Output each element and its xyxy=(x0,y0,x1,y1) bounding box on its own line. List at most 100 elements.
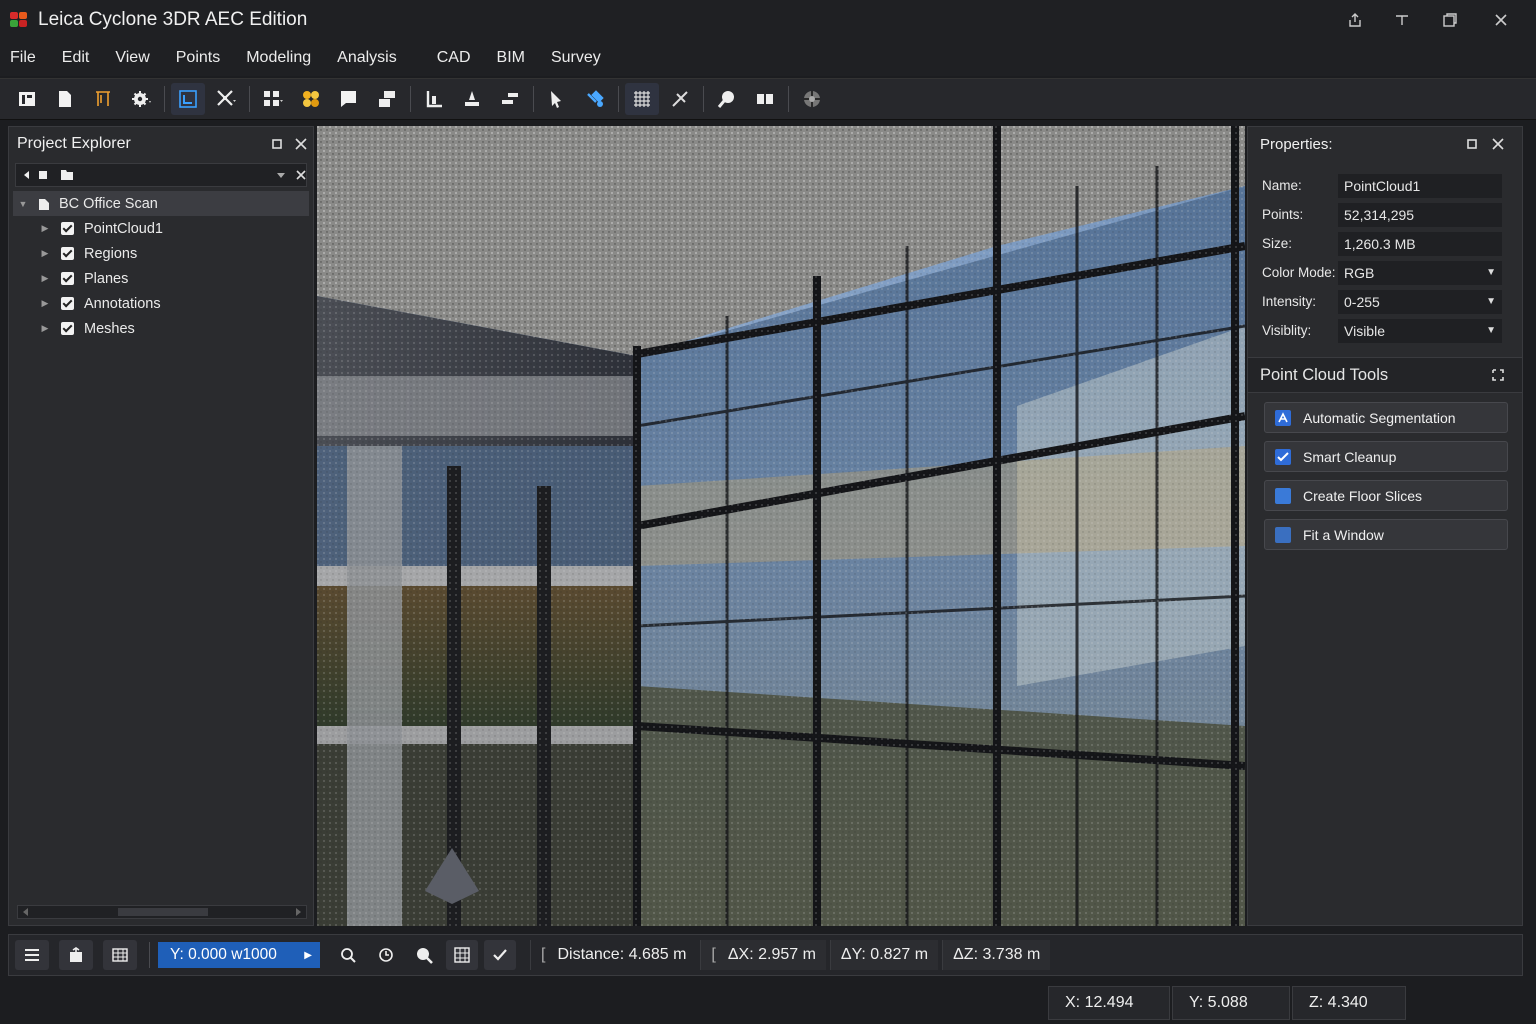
tree-item-label: Planes xyxy=(84,270,129,287)
menu-points[interactable]: Points xyxy=(176,49,220,67)
tree-item-regions[interactable]: ▶ Regions xyxy=(9,241,313,266)
share-icon[interactable] xyxy=(1341,8,1369,32)
menu-view[interactable]: View xyxy=(115,49,149,67)
segmentation-icon xyxy=(1275,409,1291,426)
list-view-icon[interactable] xyxy=(15,940,49,970)
dropdown-arrow-icon[interactable] xyxy=(276,171,286,179)
scroll-thumb[interactable] xyxy=(118,908,208,916)
expand-caret-icon[interactable]: ▶ xyxy=(39,323,51,334)
fit-a-window-button[interactable]: Fit a Window xyxy=(1264,519,1508,550)
float-panel-icon[interactable] xyxy=(1462,134,1482,154)
align-icon[interactable] xyxy=(493,83,527,115)
prop-row-name: Name: PointCloud1 xyxy=(1248,171,1522,200)
puzzle-icon[interactable] xyxy=(294,83,328,115)
dropdown-arrow-icon: ▼ xyxy=(1486,325,1496,336)
visibility-checkbox[interactable] xyxy=(61,322,74,335)
close-panel-icon[interactable] xyxy=(291,134,311,154)
point-cloud-viewport[interactable] xyxy=(317,126,1245,926)
app-logo-icon xyxy=(10,12,30,28)
pin-icon[interactable] xyxy=(455,83,489,115)
restore-icon[interactable] xyxy=(1436,8,1464,32)
expand-caret-icon[interactable]: ▶ xyxy=(39,248,51,259)
split-icon[interactable] xyxy=(748,83,782,115)
stop-icon[interactable] xyxy=(38,170,48,180)
layout-icon[interactable] xyxy=(10,83,44,115)
distance-value: Distance: 4.685 m xyxy=(557,946,687,963)
scroll-right-icon[interactable] xyxy=(294,908,302,916)
project-icon xyxy=(39,198,49,210)
grid-icon[interactable] xyxy=(625,83,659,115)
prop-row-size: Size: 1,260.3 MB xyxy=(1248,229,1522,258)
prop-row-visibility: Visiblity: Visible ▼ xyxy=(1248,316,1522,345)
create-floor-slices-button[interactable]: Create Floor Slices xyxy=(1264,480,1508,511)
visibility-checkbox[interactable] xyxy=(61,297,74,310)
transform-icon[interactable] xyxy=(209,83,243,115)
confirm-check-icon[interactable] xyxy=(484,940,516,970)
y-coordinate-field[interactable]: Y: 0.000 w1000 ▶ xyxy=(158,942,320,968)
tree-item-meshes[interactable]: ▶ Meshes xyxy=(9,316,313,341)
tree-item-annotations[interactable]: ▶ Annotations xyxy=(9,291,313,316)
close-panel-icon[interactable] xyxy=(1488,134,1508,154)
expand-caret-icon[interactable]: ▶ xyxy=(39,223,51,234)
render-icon[interactable] xyxy=(795,83,829,115)
tool-button-label: Automatic Segmentation xyxy=(1303,409,1456,426)
menu-survey[interactable]: Survey xyxy=(551,49,601,67)
book-icon[interactable] xyxy=(86,83,120,115)
visibility-checkbox[interactable] xyxy=(61,272,74,285)
scroll-left-icon[interactable] xyxy=(22,908,30,916)
tree-item-pointcloud1[interactable]: ▶ PointCloud1 xyxy=(9,216,313,241)
menu-bim[interactable]: BIM xyxy=(497,49,525,67)
close-icon[interactable] xyxy=(1487,8,1515,32)
automatic-segmentation-button[interactable]: Automatic Segmentation xyxy=(1264,402,1508,433)
menu-file[interactable]: File xyxy=(10,49,36,67)
expand-caret-icon[interactable]: ▶ xyxy=(39,273,51,284)
clear-icon[interactable] xyxy=(296,170,306,180)
gear-icon[interactable] xyxy=(124,83,158,115)
magnify-icon[interactable] xyxy=(408,940,440,970)
menu-cad[interactable]: CAD xyxy=(437,49,471,67)
layers-icon[interactable] xyxy=(370,83,404,115)
search-icon[interactable] xyxy=(332,940,364,970)
color-mode-select[interactable]: RGB ▼ xyxy=(1338,260,1502,285)
collapse-caret-icon[interactable]: ▼ xyxy=(17,199,29,209)
expand-caret-icon[interactable]: ▶ xyxy=(39,298,51,309)
prop-row-color-mode: Color Mode: RGB ▼ xyxy=(1248,258,1522,287)
visibility-checkbox[interactable] xyxy=(61,247,74,260)
select-icon[interactable] xyxy=(332,83,366,115)
package-icon[interactable] xyxy=(59,940,93,970)
section-icon[interactable] xyxy=(417,83,451,115)
menu-modeling[interactable]: Modeling xyxy=(246,49,311,67)
menu-edit[interactable]: Edit xyxy=(62,49,90,67)
segment-icon[interactable] xyxy=(578,83,612,115)
smart-cleanup-button[interactable]: Smart Cleanup xyxy=(1264,441,1508,472)
horizontal-scrollbar[interactable] xyxy=(17,905,307,919)
menu-analysis[interactable]: Analysis xyxy=(337,49,397,67)
zoom-extents-icon[interactable] xyxy=(370,940,402,970)
folder-icon[interactable] xyxy=(60,169,74,181)
pin-panel-icon[interactable] xyxy=(1492,369,1504,381)
prop-points-field: 52,314,295 xyxy=(1338,202,1502,227)
view-icon[interactable] xyxy=(171,83,205,115)
visibility-checkbox[interactable] xyxy=(61,222,74,235)
measure-icon[interactable] xyxy=(663,83,697,115)
status-separator xyxy=(149,942,150,968)
tree-root[interactable]: ▼ BC Office Scan xyxy=(13,191,309,216)
y-coordinate-value: Y: 5.088 xyxy=(1189,994,1248,1011)
checkmark-icon xyxy=(1275,448,1291,465)
table-icon[interactable] xyxy=(103,940,137,970)
float-panel-icon[interactable] xyxy=(267,134,287,154)
tool-button-label: Smart Cleanup xyxy=(1303,448,1397,465)
back-arrow-icon[interactable] xyxy=(22,170,32,180)
calculator-icon[interactable] xyxy=(446,940,478,970)
prop-name-field[interactable]: PointCloud1 xyxy=(1338,173,1502,198)
zoom-icon[interactable] xyxy=(710,83,744,115)
main-toolbar xyxy=(0,78,1536,120)
minimize-icon[interactable] xyxy=(1388,8,1416,32)
new-file-icon[interactable] xyxy=(48,83,82,115)
clip-icon[interactable] xyxy=(540,83,574,115)
intensity-select[interactable]: 0-255 ▼ xyxy=(1338,289,1502,314)
tree-item-planes[interactable]: ▶ Planes xyxy=(9,266,313,291)
tool-button-label: Create Floor Slices xyxy=(1303,487,1423,504)
scatter-icon[interactable] xyxy=(256,83,290,115)
visibility-select[interactable]: Visible ▼ xyxy=(1338,318,1502,343)
